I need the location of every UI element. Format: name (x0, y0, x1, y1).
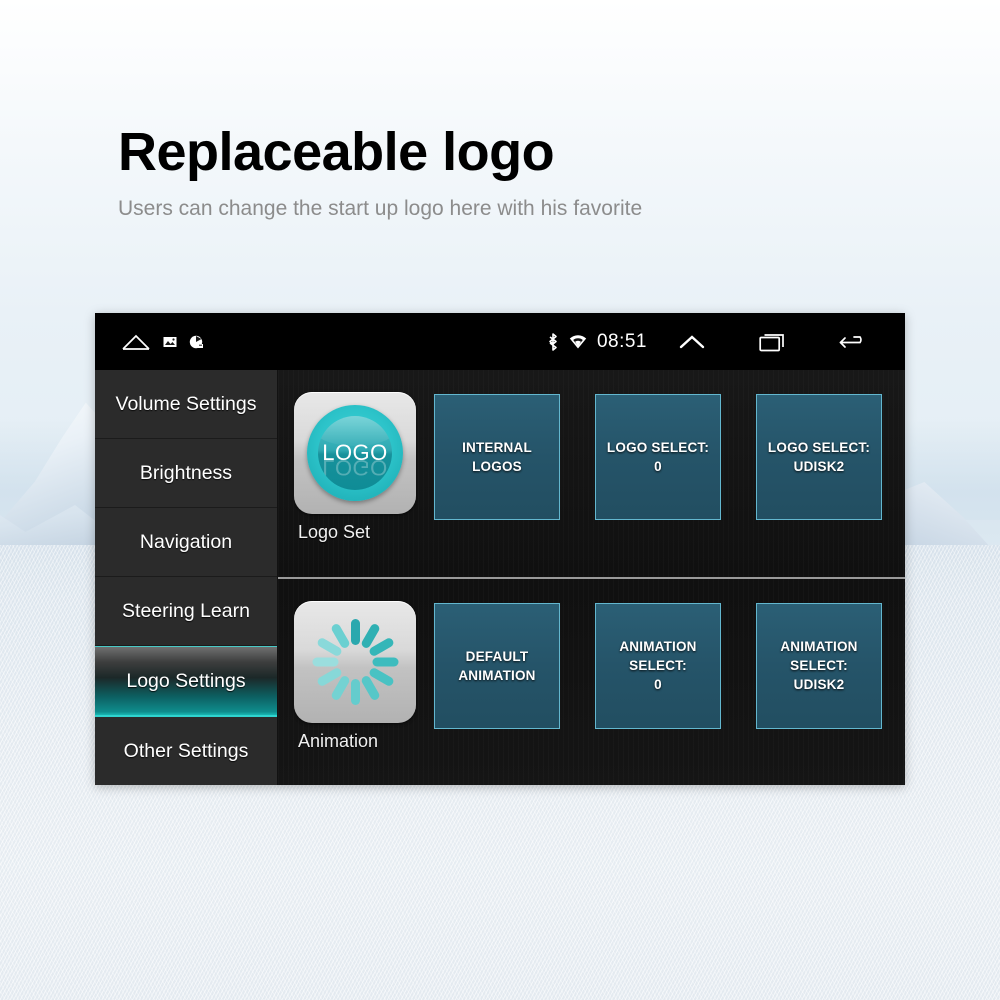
sidebar-item-label: Navigation (139, 530, 233, 553)
wifi-icon (569, 334, 587, 350)
status-bar: 08:51 (95, 313, 905, 370)
sidebar-item-label: Other Settings (123, 739, 249, 762)
animation-spinner-icon[interactable] (294, 600, 416, 723)
logo-set-caption: Logo Set (298, 522, 371, 542)
logo-settings-panel: LOGO LOGO Logo Set INTERNAL LOGOS LOGO S… (278, 370, 905, 785)
logo-ring: LOGO LOGO (307, 405, 403, 501)
sidebar-item-label: Brightness (139, 461, 233, 484)
internal-logos-tile[interactable]: INTERNAL LOGOS (434, 394, 560, 520)
sidebar-item-logo-settings[interactable]: Logo Settings (95, 646, 277, 717)
logo-select-udisk2-tile[interactable]: LOGO SELECT: UDISK2 (756, 394, 882, 520)
animation-select-udisk2-tile[interactable]: ANIMATION SELECT: UDISK2 (756, 602, 882, 729)
sidebar-item-volume-settings[interactable]: Volume Settings (95, 370, 277, 439)
app-notification-icon (189, 334, 205, 350)
spinner-graphic (312, 618, 398, 705)
headline-block: Replaceable logo Users can change the st… (118, 120, 642, 222)
back-arrow-icon[interactable] (827, 332, 881, 352)
status-bar-left (95, 333, 205, 351)
animation-caption: Animation (298, 730, 379, 751)
sidebar-item-label: Volume Settings (115, 392, 257, 415)
animation-cell: Animation (294, 600, 434, 752)
animation-tiles: DEFAULT ANIMATION ANIMATION SELECT: 0 AN… (434, 601, 882, 729)
chevron-up-icon[interactable] (665, 332, 719, 352)
sidebar-item-label: Logo Settings (126, 669, 246, 692)
sidebar-item-steering-learn[interactable]: Steering Learn (95, 577, 277, 646)
car-head-unit-screen: 08:51 Volume Settings Brightness Navigat… (95, 313, 905, 785)
screen-body: Volume Settings Brightness Navigation St… (95, 370, 905, 785)
page-title: Replaceable logo (118, 122, 555, 182)
sidebar-item-navigation[interactable]: Navigation (95, 508, 277, 577)
bluetooth-icon (546, 332, 560, 352)
animation-select-0-tile[interactable]: ANIMATION SELECT: 0 (595, 602, 721, 729)
page-subtitle: Users can change the start up logo here … (118, 197, 643, 220)
status-bar-right: 08:51 (546, 313, 905, 370)
logo-set-tiles: INTERNAL LOGOS LOGO SELECT: 0 LOGO SELEC… (434, 392, 882, 520)
animation-row: Animation DEFAULT ANIMATION ANIMATION SE… (278, 579, 905, 786)
sidebar-item-other-settings[interactable]: Other Settings (95, 717, 277, 785)
logo-inner-circle: LOGO LOGO (318, 416, 392, 490)
status-bar-clock: 08:51 (596, 330, 647, 352)
logo-set-cell: LOGO LOGO Logo Set (294, 392, 434, 543)
page-root: Replaceable logo Users can change the st… (0, 0, 1000, 1000)
default-animation-tile[interactable]: DEFAULT ANIMATION (434, 602, 560, 729)
settings-sidebar: Volume Settings Brightness Navigation St… (95, 370, 278, 785)
logo-select-0-tile[interactable]: LOGO SELECT: 0 (595, 394, 721, 520)
sidebar-item-brightness[interactable]: Brightness (95, 439, 277, 508)
logo-glyph-reflection: LOGO (322, 455, 388, 481)
sidebar-item-label: Steering Learn (122, 599, 250, 622)
image-notification-icon (163, 335, 177, 349)
logo-set-icon[interactable]: LOGO LOGO (294, 392, 416, 514)
logo-set-row: LOGO LOGO Logo Set INTERNAL LOGOS LOGO S… (278, 370, 905, 579)
recent-apps-icon[interactable] (747, 332, 801, 352)
home-icon[interactable] (121, 333, 151, 351)
